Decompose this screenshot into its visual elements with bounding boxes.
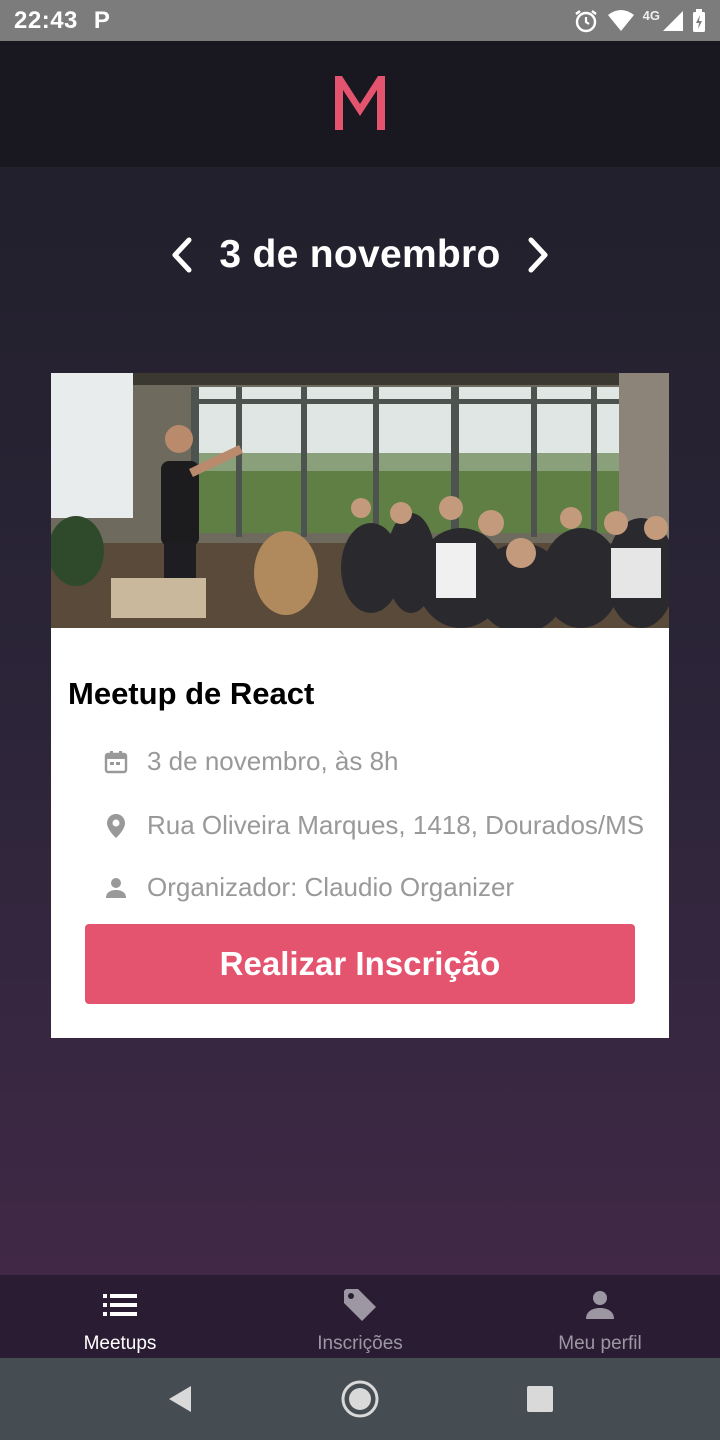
notification-p-icon: P (93, 6, 110, 34)
person-icon (103, 875, 129, 901)
meetup-banner-image (51, 373, 669, 628)
network-type: 4G (642, 8, 660, 23)
chevron-right-icon (528, 237, 548, 273)
tag-icon (342, 1287, 378, 1323)
subscribe-button[interactable]: Realizar Inscrição (85, 924, 635, 1004)
alarm-icon (573, 8, 599, 34)
recents-square-icon (527, 1386, 553, 1412)
meetup-organizer-row: Organizador: Claudio Organizer (103, 872, 514, 903)
back-triangle-icon (169, 1386, 191, 1412)
calendar-icon (103, 749, 129, 775)
status-bar: 22:43 P 4G (0, 0, 720, 41)
system-navigation-bar (0, 1358, 720, 1440)
date-navigator: 3 de novembro (0, 227, 720, 283)
meetup-location-row: Rua Oliveira Marques, 1418, Dourados/MS (103, 810, 644, 841)
wifi-icon (607, 9, 635, 33)
tab-inscricoes-label: Inscrições (317, 1333, 403, 1354)
screen: 22:43 P 4G 3 de novembro Meetup de React… (0, 0, 720, 1440)
tab-meu-perfil[interactable]: Meu perfil (480, 1275, 720, 1358)
status-icons: 4G (573, 8, 706, 34)
date-title: 3 de novembro (219, 233, 501, 276)
meetup-organizer: Organizador: Claudio Organizer (147, 872, 515, 902)
previous-day-button[interactable] (167, 235, 197, 275)
tab-meu-perfil-label: Meu perfil (558, 1333, 642, 1354)
person-icon (585, 1287, 615, 1323)
logo-m-icon[interactable] (331, 72, 389, 137)
recents-button[interactable] (510, 1369, 570, 1429)
signal-icon (662, 10, 684, 32)
meetup-date: 3 de novembro, às 8h (147, 746, 399, 776)
bottom-tab-bar: Meetups Inscrições Meu perfil (0, 1275, 720, 1358)
next-day-button[interactable] (523, 235, 553, 275)
meetup-title: Meetup de React (68, 676, 315, 711)
main-content: 3 de novembro Meetup de React 3 de novem… (0, 167, 720, 1275)
battery-icon (692, 8, 706, 33)
tab-meetups-label: Meetups (83, 1333, 157, 1354)
app-header (0, 41, 720, 167)
list-icon (103, 1287, 137, 1323)
location-pin-icon (103, 813, 129, 839)
meetup-card: Meetup de React 3 de novembro, às 8h Rua… (51, 373, 669, 1038)
back-button[interactable] (150, 1369, 210, 1429)
meetup-location: Rua Oliveira Marques, 1418, Dourados/MS (147, 810, 645, 840)
chevron-left-icon (172, 237, 192, 273)
meetup-date-row: 3 de novembro, às 8h (103, 746, 399, 777)
home-circle-icon (341, 1380, 379, 1418)
home-button[interactable] (330, 1369, 390, 1429)
status-time: 22:43 (14, 6, 78, 34)
tab-inscricoes[interactable]: Inscrições (240, 1275, 480, 1358)
tab-meetups[interactable]: Meetups (0, 1275, 240, 1358)
